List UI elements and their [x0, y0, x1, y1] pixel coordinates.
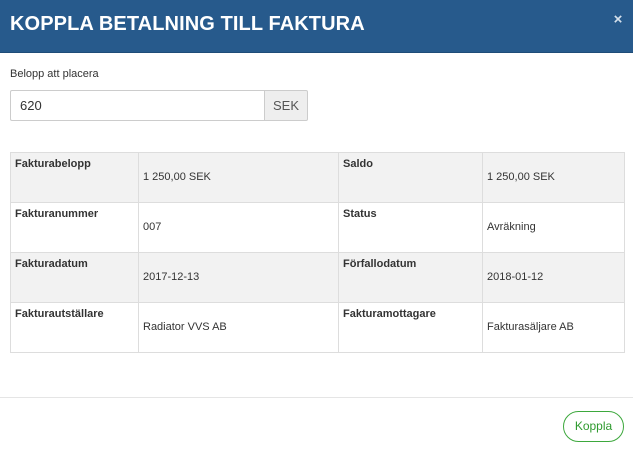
due-date-value: 2018-01-12 — [482, 252, 625, 303]
close-icon[interactable]: × — [611, 12, 625, 28]
balance-label: Saldo — [338, 152, 483, 203]
balance-value: 1 250,00 SEK — [482, 152, 625, 203]
koppla-button[interactable]: Koppla — [563, 411, 624, 442]
modal-title: KOPPLA BETALNING TILL FAKTURA — [10, 13, 365, 35]
modal-header: KOPPLA BETALNING TILL FAKTURA × — [0, 0, 633, 53]
issuer-value: Radiator VVS AB — [138, 302, 339, 353]
invoice-date-value: 2017-12-13 — [138, 252, 339, 303]
footer-divider — [0, 397, 633, 398]
invoice-details-table: Fakturabelopp 1 250,00 SEK Saldo 1 250,0… — [10, 152, 625, 353]
issuer-label: Fakturautställare — [10, 302, 139, 353]
status-label: Status — [338, 202, 483, 253]
table-row: Fakturadatum 2017-12-13 Förfallodatum 20… — [10, 252, 625, 303]
invoice-number-value: 007 — [138, 202, 339, 253]
table-row: Fakturabelopp 1 250,00 SEK Saldo 1 250,0… — [10, 152, 625, 203]
invoice-amount-value: 1 250,00 SEK — [138, 152, 339, 203]
table-row: Fakturautställare Radiator VVS AB Faktur… — [10, 302, 625, 353]
recipient-label: Fakturamottagare — [338, 302, 483, 353]
invoice-amount-label: Fakturabelopp — [10, 152, 139, 203]
invoice-number-label: Fakturanummer — [10, 202, 139, 253]
table-row: Fakturanummer 007 Status Avräkning — [10, 202, 625, 253]
status-value: Avräkning — [482, 202, 625, 253]
due-date-label: Förfallodatum — [338, 252, 483, 303]
amount-input[interactable] — [10, 90, 264, 121]
recipient-value: Fakturasäljare AB — [482, 302, 625, 353]
amount-input-group: SEK — [10, 90, 308, 121]
amount-label: Belopp att placera — [10, 68, 99, 80]
currency-addon: SEK — [264, 90, 308, 121]
invoice-date-label: Fakturadatum — [10, 252, 139, 303]
